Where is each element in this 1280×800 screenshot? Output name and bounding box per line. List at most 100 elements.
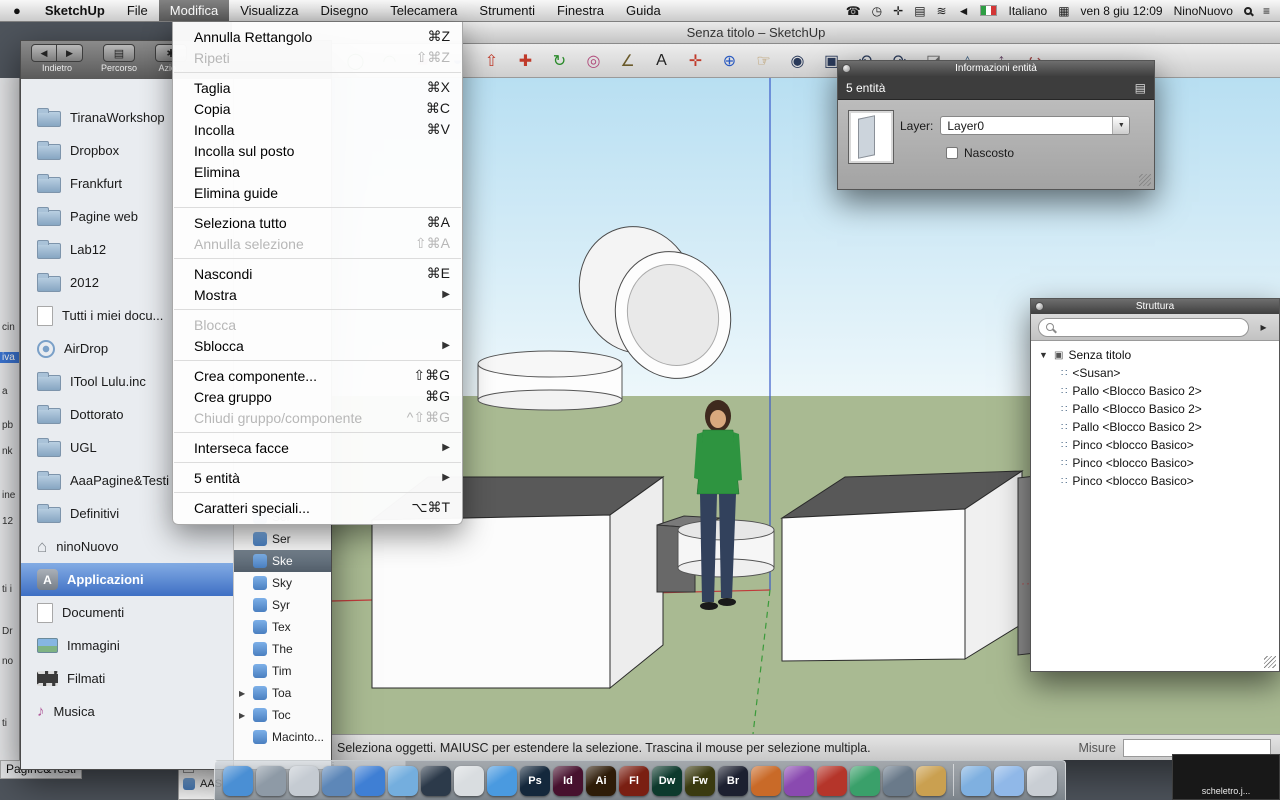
volume-icon[interactable]: ◄ (958, 4, 970, 18)
dock-dashboard-icon[interactable] (256, 766, 286, 796)
outliner-titlebar[interactable]: Struttura (1031, 299, 1279, 314)
file-row-tim[interactable]: Tim (234, 660, 331, 682)
disclosure-triangle-icon[interactable]: ▶ (239, 711, 248, 720)
sidebar-item-documenti[interactable]: Documenti (21, 596, 233, 629)
file-row-ske[interactable]: Ske (234, 550, 331, 572)
hidden-checkbox[interactable] (946, 147, 958, 159)
file-row-macinto[interactable]: Macinto... (234, 726, 331, 748)
file-row-tex[interactable]: Tex (234, 616, 331, 638)
close-icon[interactable] (842, 64, 851, 73)
menu-item-incolla-sul-posto[interactable]: Incolla sul posto (173, 140, 462, 161)
menubar-item-guida[interactable]: Guida (615, 0, 672, 21)
sidebar-item-immagini[interactable]: Immagini (21, 629, 233, 662)
menu-item-incolla[interactable]: Incolla⌘V (173, 119, 462, 140)
tree-item-susan[interactable]: ∷<Susan> (1031, 364, 1279, 382)
dock-bridge-icon[interactable]: Br (718, 766, 748, 796)
tree-root[interactable]: ▼▣Senza titolo (1031, 346, 1279, 364)
menubar-item-telecamera[interactable]: Telecamera (379, 0, 468, 21)
layer-select[interactable]: Layer0 ▼ (940, 116, 1130, 135)
panel-toggle-icon[interactable]: ▤ (1135, 81, 1146, 95)
menu-item-crea-gruppo[interactable]: Crea gruppo⌘G (173, 386, 462, 407)
sidebar-item-applicazioni[interactable]: AApplicazioni (21, 563, 233, 596)
file-row-syr[interactable]: Syr (234, 594, 331, 616)
menubar-item-file[interactable]: File (116, 0, 159, 21)
dock-photoshop-icon[interactable]: Ps (520, 766, 550, 796)
dock-mail-icon[interactable] (388, 766, 418, 796)
disclosure-triangle-icon[interactable]: ▼ (1039, 350, 1049, 360)
rotate-tool-icon[interactable]: ↻ (548, 49, 571, 72)
menu-item-elimina[interactable]: Elimina (173, 161, 462, 182)
accessibility-icon[interactable]: ✛ (893, 4, 903, 18)
menubar-item-finestra[interactable]: Finestra (546, 0, 615, 21)
file-row-sky[interactable]: Sky (234, 572, 331, 594)
time-machine-icon[interactable]: ◷ (872, 4, 882, 18)
tape-measure-tool-icon[interactable]: ∠ (616, 49, 639, 72)
cylinder-left[interactable] (478, 351, 622, 410)
apple-menu[interactable]: ● (0, 0, 34, 21)
back-button[interactable]: ◀ (31, 44, 57, 62)
box-right[interactable] (782, 471, 1022, 661)
dock-app-icon-7[interactable] (916, 766, 946, 796)
menubar-item-visualizza[interactable]: Visualizza (229, 0, 309, 21)
input-language[interactable]: Italiano (1008, 4, 1047, 18)
spotlight-icon[interactable] (1244, 7, 1252, 15)
tree-item-pallo-blocco-basico-2[interactable]: ∷Pallo <Blocco Basico 2> (1031, 400, 1279, 418)
file-row-the[interactable]: The (234, 638, 331, 660)
dock-downloads-stack-icon[interactable] (994, 766, 1024, 796)
tree-item-pallo-blocco-basico-2[interactable]: ∷Pallo <Blocco Basico 2> (1031, 382, 1279, 400)
zoom-tool-icon[interactable]: ◉ (786, 49, 809, 72)
dock-app-icon-2[interactable] (454, 766, 484, 796)
menubar-item-strumenti[interactable]: Strumenti (468, 0, 546, 21)
dock-documents-stack-icon[interactable] (961, 766, 991, 796)
dock-itunes-icon[interactable] (487, 766, 517, 796)
display-icon[interactable]: ▤ (914, 4, 925, 18)
tree-item-pinco-blocco-basico[interactable]: ∷Pinco <blocco Basico> (1031, 436, 1279, 454)
menu-item-annulla-rettangolo[interactable]: Annulla Rettangolo⌘Z (173, 26, 462, 47)
dock-fireworks-icon[interactable]: Fw (685, 766, 715, 796)
sidebar-item-musica[interactable]: ♪Musica (21, 695, 233, 728)
dock-app-icon-6[interactable] (883, 766, 913, 796)
menu-item-elimina-guide[interactable]: Elimina guide (173, 182, 462, 203)
tree-item-pallo-blocco-basico-2[interactable]: ∷Pallo <Blocco Basico 2> (1031, 418, 1279, 436)
dock-app-icon-5[interactable] (850, 766, 880, 796)
menu-item-caratteri-speciali[interactable]: Caratteri speciali...⌥⌘T (173, 497, 462, 518)
move-tool-icon[interactable]: ✚ (514, 49, 537, 72)
resize-grip[interactable] (1264, 656, 1276, 668)
menu-item-crea-componente[interactable]: Crea componente...⇧⌘G (173, 365, 462, 386)
notification-center-icon[interactable]: ≡ (1263, 4, 1270, 18)
path-button[interactable]: ▤ (103, 44, 135, 62)
dock-flash-icon[interactable]: Fl (619, 766, 649, 796)
menubar-item-disegno[interactable]: Disegno (310, 0, 380, 21)
resize-grip[interactable] (1139, 174, 1151, 186)
entity-info-titlebar[interactable]: Informazioni entità (838, 61, 1154, 76)
menu-item-nascondi[interactable]: Nascondi⌘E (173, 263, 462, 284)
dock-illustrator-icon[interactable]: Ai (586, 766, 616, 796)
offset-tool-icon[interactable]: ◎ (582, 49, 605, 72)
filter-icon[interactable]: ▸ (1255, 319, 1272, 336)
menu-item-interseca-facce[interactable]: Interseca facce▶ (173, 437, 462, 458)
keyboard-viewer-icon[interactable]: ▦ (1058, 4, 1069, 18)
pushpull-tool-icon[interactable]: ⇧ (480, 49, 503, 72)
outliner-search-input[interactable] (1038, 318, 1249, 337)
sidebar-item-filmati[interactable]: Filmati (21, 662, 233, 695)
menubar-item-modifica[interactable]: Modifica (159, 0, 229, 21)
orbit-tool-icon[interactable]: ⊕ (718, 49, 741, 72)
dock-app-icon-3[interactable] (751, 766, 781, 796)
forward-button[interactable]: ▶ (57, 44, 83, 62)
dock-launchpad-icon[interactable] (289, 766, 319, 796)
dock-sketchup-icon[interactable] (817, 766, 847, 796)
menu-item-copia[interactable]: Copia⌘C (173, 98, 462, 119)
file-row-toc[interactable]: ▶Toc (234, 704, 331, 726)
disclosure-triangle-icon[interactable]: ▶ (239, 689, 248, 698)
window-thumbnail[interactable]: scheletro.j... (1172, 754, 1280, 800)
menu-item-sblocca[interactable]: Sblocca▶ (173, 335, 462, 356)
close-icon[interactable] (1035, 302, 1044, 311)
axes-tool-icon[interactable]: ✛ (684, 49, 707, 72)
tree-item-pinco-blocco-basico[interactable]: ∷Pinco <blocco Basico> (1031, 454, 1279, 472)
pan-tool-icon[interactable]: ☞ (752, 49, 775, 72)
dock-trash-icon[interactable] (1027, 766, 1057, 796)
text-tool-icon[interactable]: A (650, 49, 673, 72)
menubar-clock[interactable]: ven 8 giu 12:09 (1081, 4, 1163, 18)
file-row-toa[interactable]: ▶Toa (234, 682, 331, 704)
sidebar-item-ninonuovo[interactable]: ⌂ninoNuovo (21, 530, 233, 563)
